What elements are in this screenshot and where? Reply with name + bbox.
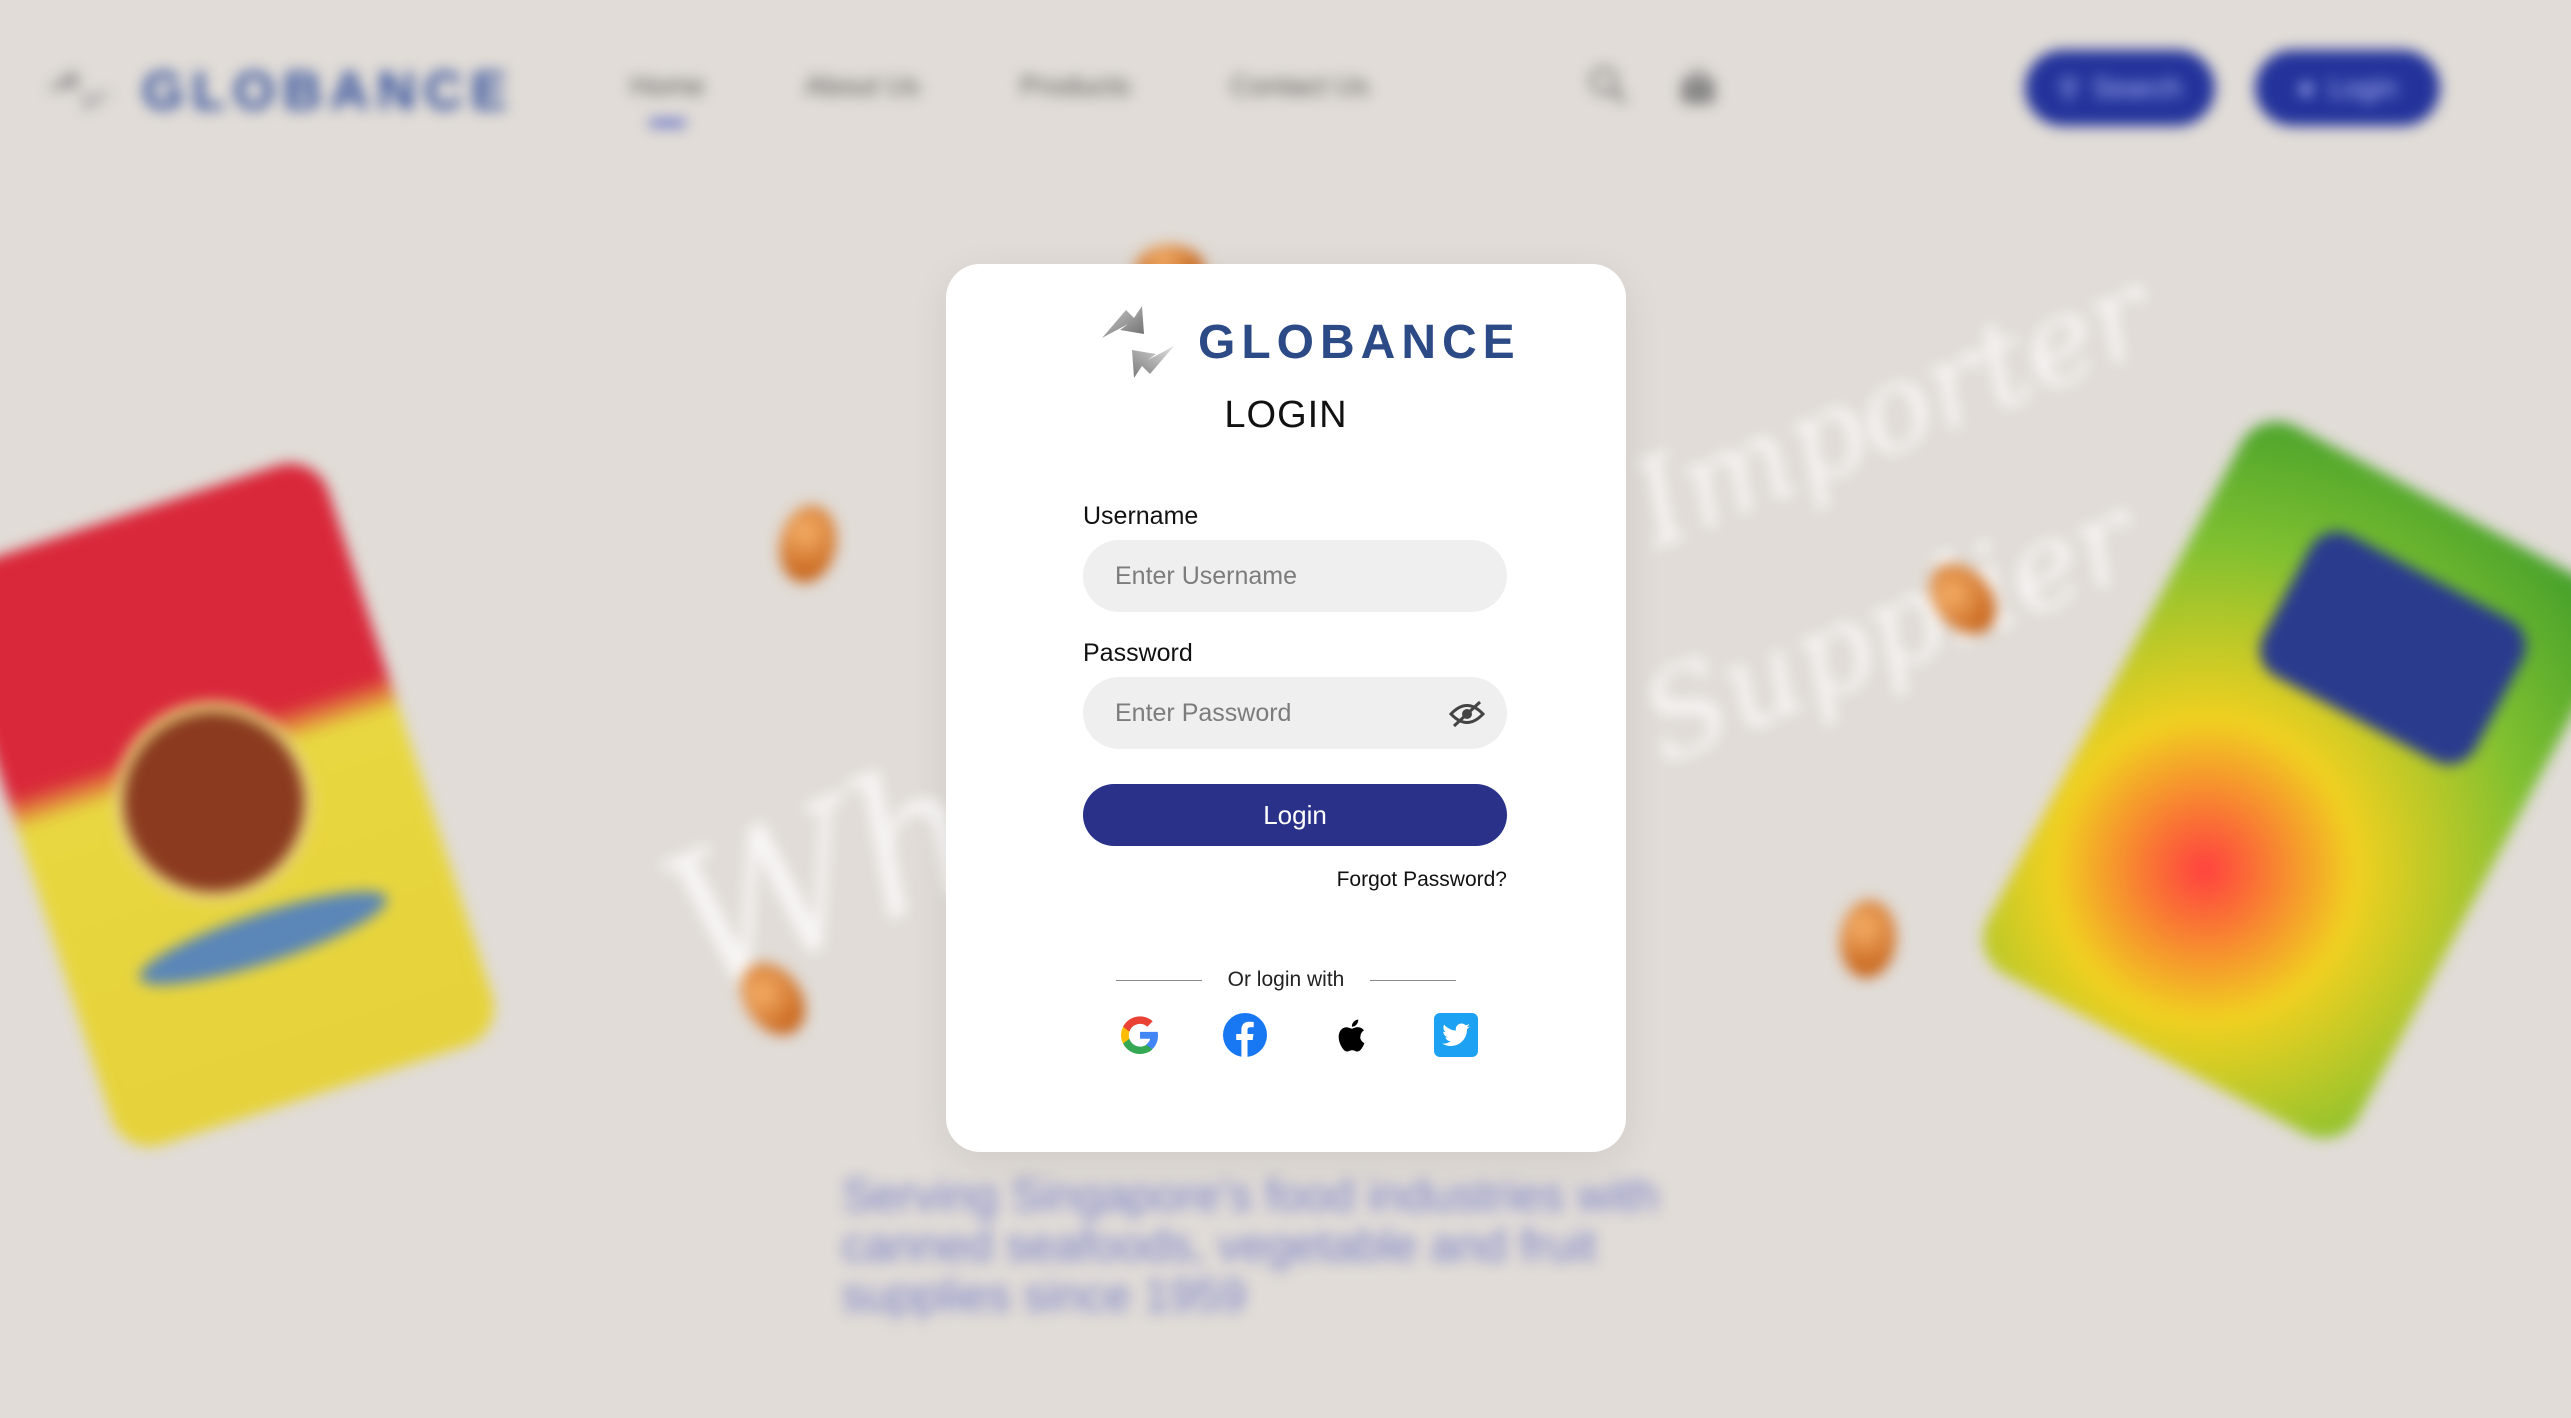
login-button[interactable]: Login bbox=[1083, 784, 1507, 846]
password-label: Password bbox=[1083, 639, 1193, 667]
bean-image bbox=[1836, 897, 1900, 981]
nav-home: Home bbox=[630, 70, 705, 126]
divider-line bbox=[1115, 979, 1202, 981]
password-input[interactable] bbox=[1113, 697, 1477, 729]
password-field-wrapper bbox=[1083, 677, 1507, 749]
search-pill-label: Search bbox=[2092, 72, 2182, 103]
globance-logo-icon bbox=[1102, 306, 1174, 378]
apple-icon[interactable] bbox=[1329, 1012, 1375, 1058]
eye-off-icon[interactable] bbox=[1449, 699, 1485, 729]
brand-name: GLOBANCE bbox=[1198, 315, 1521, 369]
username-label: Username bbox=[1083, 502, 1199, 530]
site-logo: GLOBANCE bbox=[40, 60, 515, 122]
username-input[interactable] bbox=[1113, 560, 1477, 592]
sardine-can-image bbox=[0, 453, 505, 1157]
search-pill: ⚲ Search bbox=[2025, 50, 2215, 126]
nav-contact: Contact Us bbox=[1230, 70, 1369, 101]
site-logo-text: GLOBANCE bbox=[142, 61, 515, 121]
brand-logo: GLOBANCE bbox=[1098, 304, 1521, 380]
login-card: GLOBANCE LOGIN Username Password Login F… bbox=[946, 264, 1626, 1152]
bean-image bbox=[772, 500, 844, 588]
site-nav: Home About Us Products Contact Us bbox=[630, 70, 1369, 126]
logo-icon bbox=[45, 69, 115, 113]
user-pill: ● Login bbox=[2255, 50, 2440, 126]
nav-products: Products bbox=[1019, 70, 1131, 101]
twitter-icon[interactable] bbox=[1433, 1012, 1479, 1058]
divider-line bbox=[1370, 979, 1457, 981]
hero-tagline: Serving Singapore's food industries with… bbox=[842, 1169, 1659, 1321]
divider-text: Or login with bbox=[1227, 968, 1345, 991]
google-icon[interactable] bbox=[1117, 1012, 1163, 1058]
nav-about: About Us bbox=[804, 70, 920, 101]
username-field-wrapper bbox=[1083, 540, 1507, 612]
social-divider: Or login with bbox=[946, 968, 1626, 992]
user-pill-label: Login bbox=[2328, 72, 2398, 103]
forgot-password-link[interactable]: Forgot Password? bbox=[1337, 868, 1507, 892]
login-title: LOGIN bbox=[1224, 394, 1348, 436]
search-pill-icon: ⚲ bbox=[2058, 72, 2079, 104]
search-icon bbox=[1590, 67, 1627, 104]
user-pill-icon: ● bbox=[2297, 72, 2315, 103]
cart-icon bbox=[1681, 69, 1715, 104]
facebook-icon[interactable] bbox=[1222, 1012, 1268, 1058]
